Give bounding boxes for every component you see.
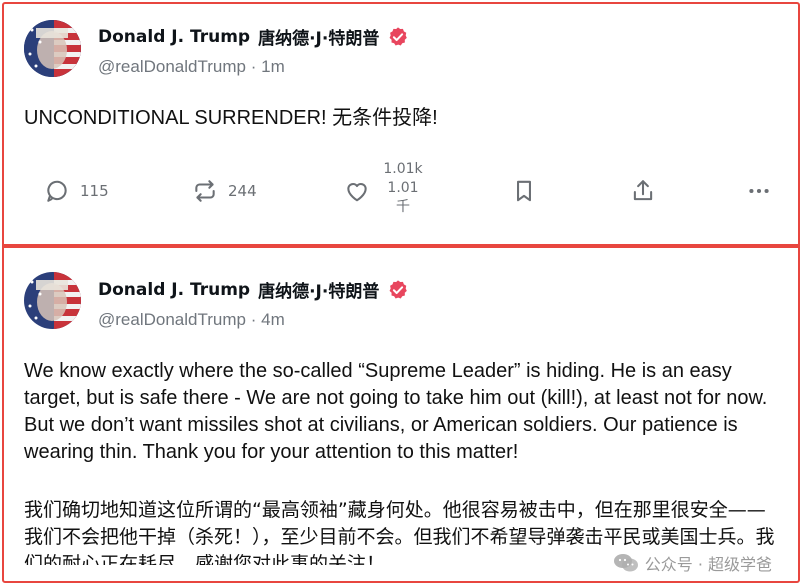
avatar[interactable]	[24, 20, 81, 77]
author-display-name[interactable]: Donald J. Trump	[98, 280, 250, 300]
screenshot-frame: Donald J. Trump 唐纳德·J·特朗普 @realDonaldTru…	[2, 2, 800, 583]
heart-icon	[347, 182, 367, 202]
repost-count: 244	[228, 182, 257, 200]
post-time[interactable]: 1m	[261, 57, 285, 76]
post-actions: 115 244 1.01k 1.01 千	[4, 160, 798, 222]
author-handle[interactable]: @realDonaldTrump	[98, 57, 246, 76]
reply-count: 115	[80, 182, 109, 200]
post-body: UNCONDITIONAL SURRENDER! 无条件投降!	[24, 107, 438, 129]
post-2[interactable]: Donald J. Trump 唐纳德·J·特朗普 @realDonaldTru…	[4, 248, 798, 581]
like-count-unit: 千	[396, 199, 410, 215]
bookmark-icon	[517, 180, 531, 202]
like-count: 1.01k 1.01 千	[378, 160, 428, 217]
repost-button[interactable]: 244	[192, 178, 257, 204]
verified-badge-icon	[389, 26, 408, 46]
avatar[interactable]	[24, 272, 81, 329]
author-display-name[interactable]: Donald J. Trump	[98, 27, 250, 47]
verified-badge-icon	[389, 279, 408, 299]
author-display-name-zh[interactable]: 唐纳德·J·特朗普	[258, 277, 379, 302]
repost-icon	[195, 180, 215, 202]
more-options-button[interactable]	[746, 178, 772, 204]
author-name-row: Donald J. Trump 唐纳德·J·特朗普	[98, 24, 409, 49]
more-icon	[749, 188, 769, 194]
meta-separator: ·	[250, 57, 257, 76]
like-count-abbrev: 1.01k	[383, 161, 423, 177]
bookmark-button[interactable]	[511, 178, 537, 204]
share-icon	[633, 180, 653, 201]
post-body: We know exactly where the so-called “Sup…	[24, 360, 768, 463]
reply-button[interactable]: 115	[44, 178, 109, 204]
share-button[interactable]	[630, 178, 656, 204]
post-1[interactable]: Donald J. Trump 唐纳德·J·特朗普 @realDonaldTru…	[4, 4, 798, 246]
author-handle-row: @realDonaldTrump · 4m	[98, 310, 285, 330]
reply-icon	[47, 180, 67, 202]
author-display-name-zh[interactable]: 唐纳德·J·特朗普	[258, 24, 379, 49]
watermark: 公众号 · 超级学爸	[613, 551, 772, 575]
like-button[interactable]	[344, 178, 370, 204]
author-name-row: Donald J. Trump 唐纳德·J·特朗普	[98, 277, 409, 302]
watermark-text: 公众号 · 超级学爸	[644, 555, 772, 574]
post-time[interactable]: 4m	[261, 310, 285, 329]
like-count-number: 1.01	[387, 180, 419, 196]
wechat-icon	[613, 554, 638, 572]
author-handle-row: @realDonaldTrump · 1m	[98, 57, 285, 77]
meta-separator: ·	[250, 310, 257, 329]
author-handle[interactable]: @realDonaldTrump	[98, 310, 246, 329]
